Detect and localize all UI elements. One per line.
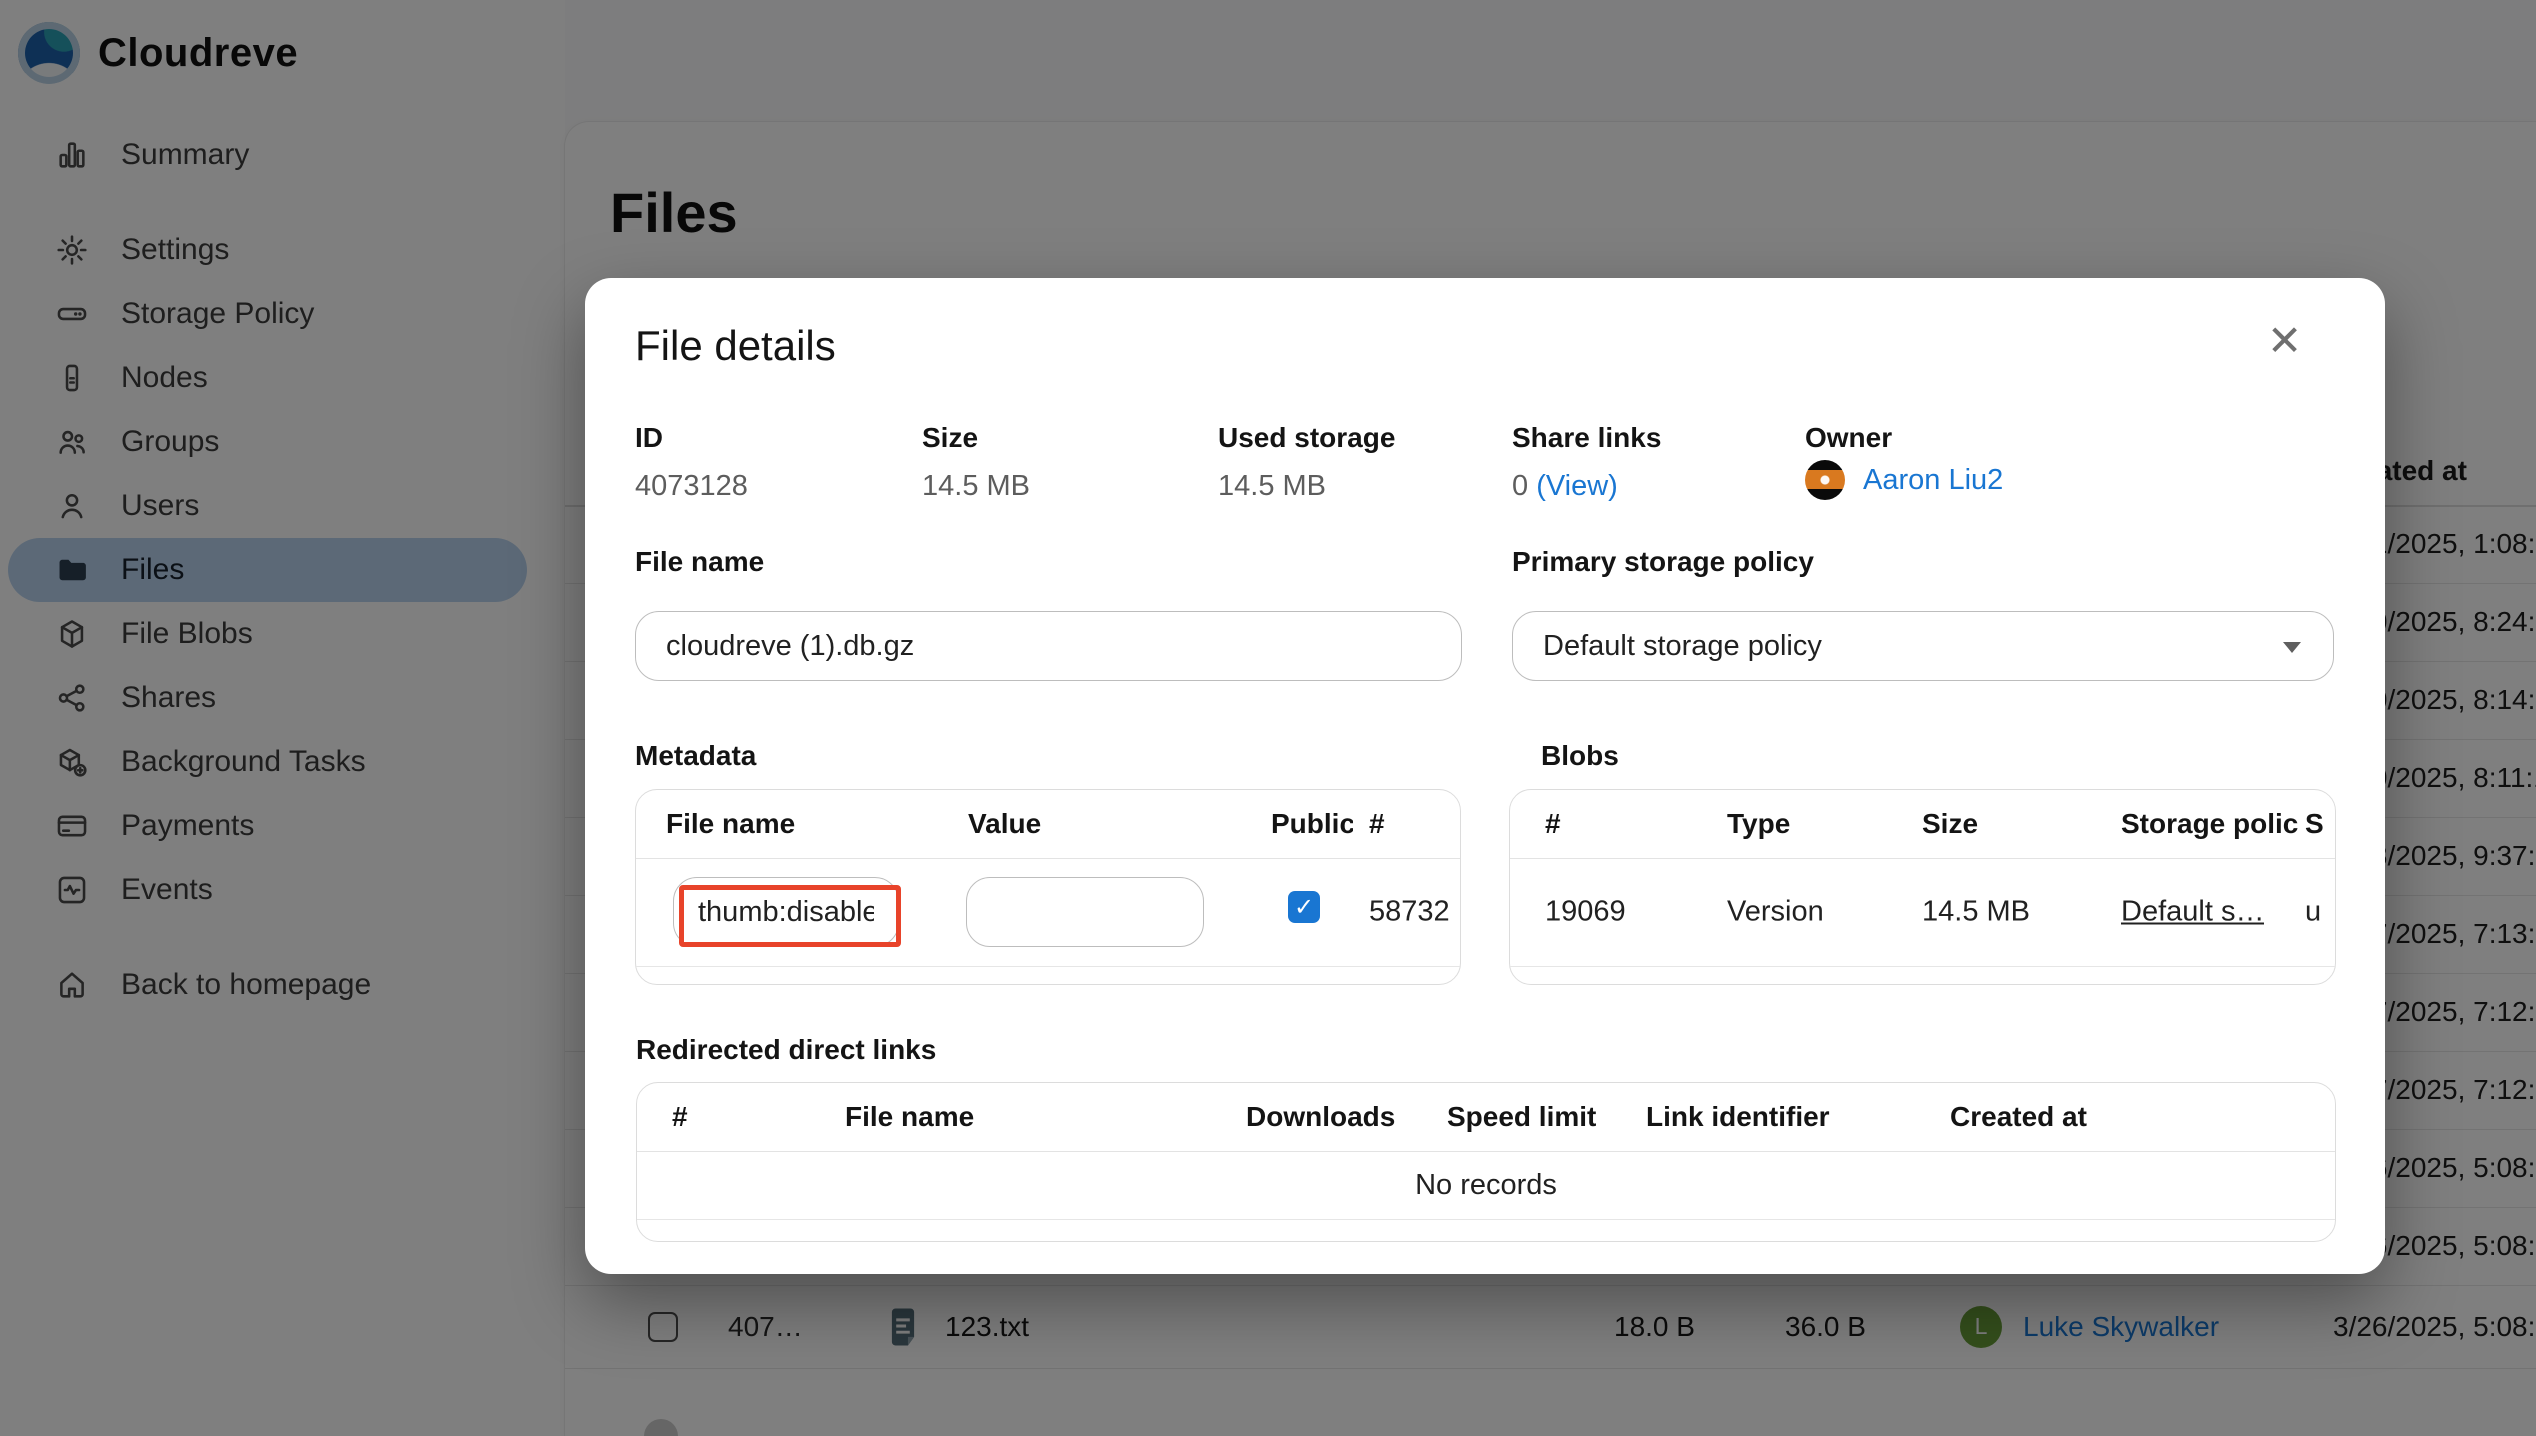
view-link[interactable]: (View) [1536, 470, 1618, 502]
metadata-label: Metadata [635, 740, 757, 771]
metadata-row: 58732 [636, 858, 1460, 967]
blob-size-cell: 14.5 MB [1922, 895, 2030, 928]
blobs-header-status: S [2305, 808, 2324, 839]
share-links-label: Share links [1512, 422, 1662, 453]
owner-avatar [1805, 460, 1845, 500]
links-table-header: # File name Downloads Speed limit Link i… [637, 1083, 2335, 1152]
storage-policy-select[interactable]: Default storage policy [1512, 611, 2334, 681]
size-value: 14.5 MB [922, 470, 1030, 502]
links-header-speed-limit: Speed limit [1447, 1101, 1597, 1132]
primary-storage-policy-label: Primary storage policy [1512, 546, 1814, 577]
metadata-header-value: Value [968, 808, 1042, 839]
metadata-header-file-name: File name [666, 808, 796, 839]
metadata-value-input[interactable] [966, 877, 1204, 947]
blob-storage-policy-link[interactable]: Default s… [2121, 896, 2264, 929]
links-header-downloads: Downloads [1246, 1101, 1396, 1132]
redirected-links-table: # File name Downloads Speed limit Link i… [636, 1082, 2336, 1242]
blobs-table-header: # Type Size Storage polic S [1510, 790, 2335, 859]
blobs-table: # Type Size Storage polic S 19069 Versio… [1509, 789, 2336, 985]
public-checkbox-checked[interactable] [1288, 891, 1320, 923]
blob-status-cell: u [2305, 895, 2322, 928]
used-storage-label: Used storage [1218, 422, 1396, 453]
storage-policy-selected-value: Default storage policy [1543, 629, 1822, 662]
metadata-table: File name Value Public # 58732 [635, 789, 1461, 985]
metadata-table-header: File name Value Public # [636, 790, 1460, 859]
redirected-links-label: Redirected direct links [636, 1034, 937, 1065]
blob-type-cell: Version [1727, 895, 1824, 928]
dialog-title: File details [635, 322, 836, 369]
links-header-identifier: Link identifier [1646, 1101, 1830, 1132]
screen: Cloudreve Summary Settings Storage Polic… [0, 0, 2536, 1436]
owner-name-link[interactable]: Aaron Liu2 [1863, 464, 2003, 497]
links-header-created-at: Created at [1950, 1101, 2087, 1132]
blobs-header-storage-policy: Storage polic [2121, 808, 2299, 839]
close-icon[interactable]: ✕ [2267, 320, 2302, 362]
id-value: 4073128 [635, 470, 748, 502]
owner-label: Owner [1805, 422, 1893, 453]
file-details-dialog: File details ✕ ID 4073128 Size 14.5 MB U… [585, 278, 2385, 1274]
chevron-down-icon [2283, 642, 2301, 653]
blobs-row: 19069 Version 14.5 MB Default s… u [1510, 858, 2335, 967]
metadata-header-num: # [1369, 808, 1385, 839]
metadata-key-input[interactable] [673, 877, 899, 947]
blobs-label: Blobs [1541, 740, 1619, 771]
share-count: 0 [1512, 470, 1537, 502]
blobs-header-num: # [1545, 808, 1561, 839]
file-name-input[interactable] [635, 611, 1462, 681]
share-links-value: 0 (View) [1512, 470, 1618, 503]
file-name-label: File name [635, 546, 765, 577]
blob-num-cell: 19069 [1545, 895, 1626, 928]
owner-value: Aaron Liu2 [1805, 460, 2003, 500]
metadata-header-public: Public [1271, 808, 1353, 839]
links-header-num: # [672, 1101, 688, 1132]
size-label: Size [922, 422, 979, 453]
blobs-header-size: Size [1922, 808, 1979, 839]
id-label: ID [635, 422, 663, 453]
used-storage-value: 14.5 MB [1218, 470, 1326, 502]
metadata-num-cell: 58732 [1369, 895, 1450, 928]
no-records-text: No records [637, 1151, 2335, 1220]
links-header-file-name: File name [845, 1101, 975, 1132]
blobs-header-type: Type [1727, 808, 1791, 839]
